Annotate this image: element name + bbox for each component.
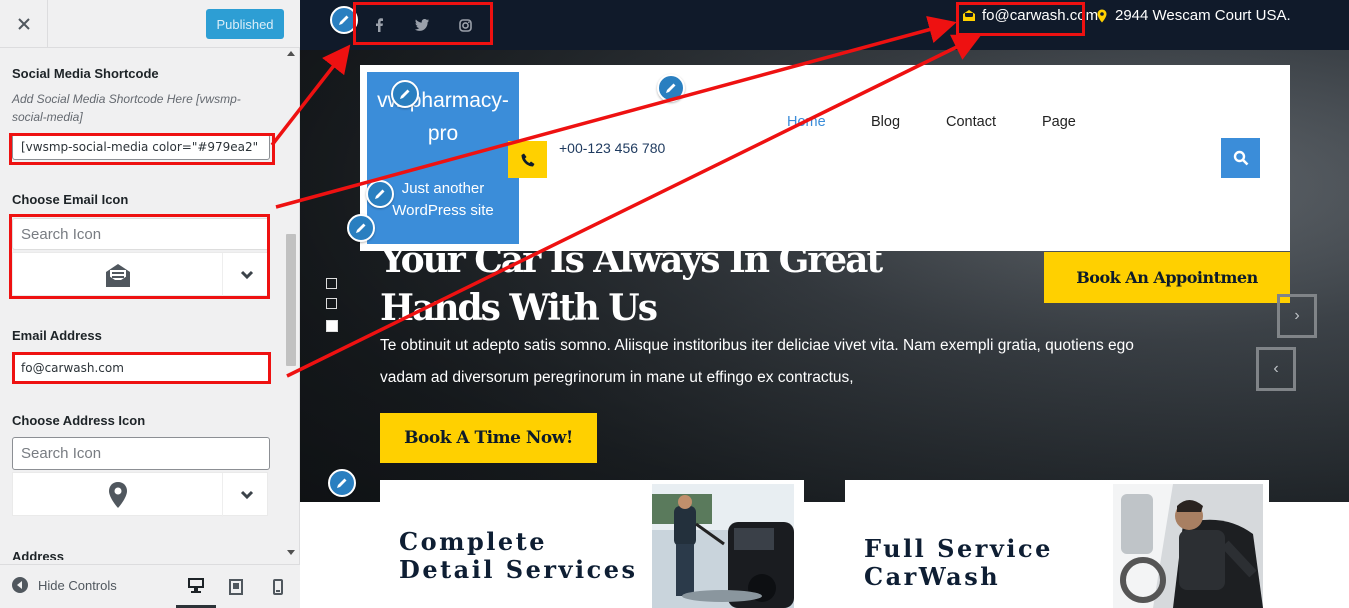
chevron-down-icon xyxy=(240,490,254,500)
collapse-arrow-icon xyxy=(12,577,28,593)
slider-next-button[interactable]: › xyxy=(1277,294,1317,338)
phone-icon-box xyxy=(508,141,547,178)
edit-shortcut-slider[interactable] xyxy=(347,214,375,242)
choose-address-icon-label: Choose Address Icon xyxy=(12,413,146,428)
customizer-sidebar: Published Social Media Shortcode Add Soc… xyxy=(0,0,300,608)
hero-text: Te obtinuit ut adepto satis somno. Aliis… xyxy=(380,337,1134,386)
highlight-topbar-social xyxy=(353,2,493,45)
scroll-up-arrow-icon[interactable] xyxy=(287,50,295,56)
social-media-shortcode-label: Social Media Shortcode xyxy=(12,66,159,81)
service-title-1: Complete Detail Services xyxy=(399,527,638,584)
sidebar-scrollbar-thumb[interactable] xyxy=(286,234,296,366)
book-appointment-button[interactable]: Book An Appointmen xyxy=(1044,252,1290,303)
map-marker-icon xyxy=(1097,9,1107,22)
close-customizer-button[interactable] xyxy=(0,0,48,47)
highlight-topbar-email xyxy=(956,2,1085,36)
address-icon-dropdown-toggle[interactable] xyxy=(225,473,269,517)
pencil-icon xyxy=(337,478,347,488)
hide-controls-label: Hide Controls xyxy=(38,577,117,593)
highlight-social-shortcode xyxy=(9,133,275,165)
site-preview: fo@carwash.com 2944 Wescam Court USA. Yo… xyxy=(300,0,1349,608)
header-phone[interactable]: +00-123 456 780 xyxy=(559,137,669,159)
pencil-icon xyxy=(666,83,676,93)
service-image-1 xyxy=(652,484,794,608)
address-icon-search-input[interactable]: Search Icon xyxy=(12,437,270,470)
edit-shortcut-services[interactable] xyxy=(328,469,356,497)
address-icon-preview xyxy=(13,473,223,517)
highlight-email-icon xyxy=(9,214,270,299)
pencil-icon xyxy=(400,89,410,99)
search-icon xyxy=(1233,150,1248,166)
nav-contact[interactable]: Contact xyxy=(946,114,996,130)
pencil-icon xyxy=(375,189,385,199)
header-search-button[interactable] xyxy=(1221,138,1260,178)
customizer-header: Published xyxy=(0,0,300,48)
site-tagline: Just another WordPress site xyxy=(392,180,494,219)
map-marker-icon xyxy=(108,482,127,508)
close-icon xyxy=(17,17,30,30)
scroll-down-arrow-icon[interactable] xyxy=(287,550,295,556)
pencil-icon xyxy=(339,15,349,25)
edit-shortcut-site-title[interactable] xyxy=(391,80,419,108)
book-time-button[interactable]: Book A Time Now! xyxy=(380,413,597,463)
preview-mobile-button[interactable] xyxy=(258,565,298,608)
social-media-shortcode-description: Add Social Media Shortcode Here [vwsmp-s… xyxy=(12,92,241,124)
edit-shortcut-header[interactable] xyxy=(657,74,685,102)
slider-prev-button[interactable]: ‹ xyxy=(1256,347,1296,391)
customizer-controls: Social Media Shortcode Add Social Media … xyxy=(0,48,300,560)
slider-dot-1[interactable] xyxy=(326,278,337,289)
slider-dot-2[interactable] xyxy=(326,298,337,309)
tablet-icon xyxy=(229,579,243,595)
mobile-icon xyxy=(273,579,283,595)
choose-email-icon-label: Choose Email Icon xyxy=(12,192,129,207)
topbar-address: 2944 Wescam Court USA. xyxy=(1097,7,1291,24)
nav-page[interactable]: Page xyxy=(1042,114,1076,130)
topbar-address-text: 2944 Wescam Court USA. xyxy=(1115,7,1291,24)
highlight-email-address xyxy=(12,352,271,384)
nav-blog[interactable]: Blog xyxy=(871,114,900,130)
chevron-right-icon: › xyxy=(1294,307,1300,324)
chevron-left-icon: ‹ xyxy=(1273,360,1279,377)
phone-icon xyxy=(521,153,534,166)
address-icon-picker[interactable] xyxy=(12,472,269,517)
hide-controls-button[interactable]: Hide Controls xyxy=(12,577,117,593)
service-image-2 xyxy=(1113,484,1263,608)
desktop-icon xyxy=(188,578,204,593)
email-address-label: Email Address xyxy=(12,328,102,343)
slider-dot-3[interactable] xyxy=(326,320,338,332)
address-label: Address xyxy=(12,549,65,560)
customizer-footer: Hide Controls xyxy=(0,564,300,608)
published-button[interactable]: Published xyxy=(206,9,284,39)
service-title-2: Full Service CarWash xyxy=(864,534,1053,591)
pencil-icon xyxy=(356,223,366,233)
preview-desktop-button[interactable] xyxy=(176,565,216,608)
site-logo-box[interactable]: vw-pharmacy-pro Just another WordPress s… xyxy=(367,72,519,244)
edit-shortcut-tagline[interactable] xyxy=(366,180,394,208)
preview-tablet-button[interactable] xyxy=(216,565,256,608)
nav-home[interactable]: Home xyxy=(787,114,826,130)
